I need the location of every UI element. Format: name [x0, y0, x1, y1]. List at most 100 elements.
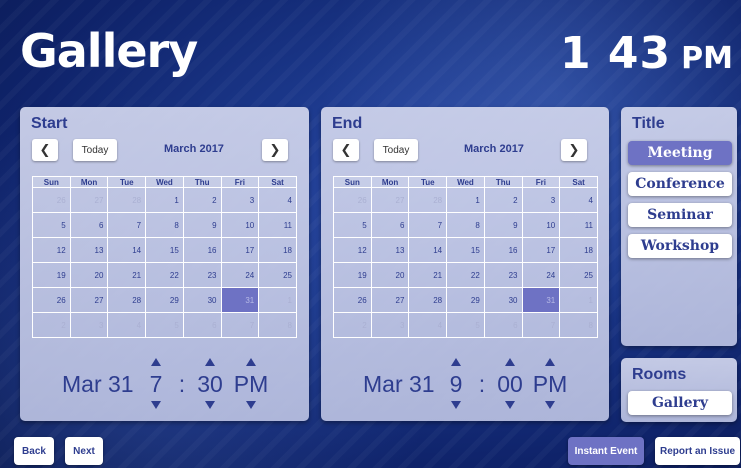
calendar-day[interactable]: 3 — [220, 187, 260, 213]
calendar-day[interactable]: 25 — [258, 262, 297, 288]
calendar-day[interactable]: 8 — [559, 312, 598, 338]
calendar-day[interactable]: 25 — [559, 262, 598, 288]
calendar-day[interactable]: 13 — [69, 237, 109, 263]
calendar-day[interactable]: 29 — [145, 287, 184, 313]
calendar-day[interactable]: 20 — [370, 262, 410, 288]
start-next-month-button[interactable]: ❯ — [262, 139, 288, 161]
calendar-day[interactable]: 16 — [483, 237, 523, 263]
calendar-day[interactable]: 30 — [182, 287, 222, 313]
calendar-day[interactable]: 9 — [483, 212, 523, 238]
calendar-day[interactable]: 1 — [559, 287, 598, 313]
calendar-day[interactable]: 3 — [521, 187, 561, 213]
calendar-day[interactable]: 11 — [559, 212, 598, 238]
end-ampm-down-arrow-icon[interactable] — [545, 401, 555, 409]
next-button[interactable]: Next — [65, 437, 103, 465]
calendar-day[interactable]: 8 — [145, 212, 184, 238]
calendar-day[interactable]: 4 — [559, 187, 598, 213]
calendar-day[interactable]: 14 — [408, 237, 448, 263]
calendar-day[interactable]: 21 — [107, 262, 147, 288]
calendar-day[interactable]: 17 — [521, 237, 561, 263]
calendar-day[interactable]: 26 — [333, 287, 372, 313]
calendar-day[interactable]: 27 — [69, 287, 109, 313]
title-option-meeting[interactable]: Meeting — [628, 141, 732, 165]
calendar-day[interactable]: 2 — [182, 187, 222, 213]
start-hour-up-arrow-icon[interactable] — [151, 358, 161, 366]
calendar-day[interactable]: 5 — [333, 212, 372, 238]
calendar-day[interactable]: 6 — [370, 212, 410, 238]
title-option-seminar[interactable]: Seminar — [628, 203, 732, 227]
calendar-day[interactable]: 14 — [107, 237, 147, 263]
calendar-day[interactable]: 22 — [145, 262, 184, 288]
calendar-day[interactable]: 15 — [145, 237, 184, 263]
calendar-day[interactable]: 18 — [559, 237, 598, 263]
calendar-day[interactable]: 5 — [32, 212, 71, 238]
calendar-day[interactable]: 24 — [521, 262, 561, 288]
start-ampm-up-arrow-icon[interactable] — [246, 358, 256, 366]
calendar-day[interactable]: 4 — [408, 312, 448, 338]
calendar-day[interactable]: 11 — [258, 212, 297, 238]
calendar-day[interactable]: 31 — [220, 287, 260, 313]
calendar-day[interactable]: 6 — [483, 312, 523, 338]
calendar-day[interactable]: 23 — [182, 262, 222, 288]
calendar-day[interactable]: 2 — [483, 187, 523, 213]
calendar-day[interactable]: 7 — [521, 312, 561, 338]
end-minute-down-arrow-icon[interactable] — [505, 401, 515, 409]
end-ampm-up-arrow-icon[interactable] — [545, 358, 555, 366]
calendar-day[interactable]: 28 — [107, 287, 147, 313]
calendar-day[interactable]: 19 — [333, 262, 372, 288]
calendar-day[interactable]: 26 — [333, 187, 372, 213]
end-next-month-button[interactable]: ❯ — [561, 139, 587, 161]
start-today-button[interactable]: Today — [73, 139, 117, 161]
start-hour-down-arrow-icon[interactable] — [151, 401, 161, 409]
calendar-day[interactable]: 8 — [258, 312, 297, 338]
calendar-day[interactable]: 5 — [145, 312, 184, 338]
room-option-gallery[interactable]: Gallery — [628, 391, 732, 415]
calendar-day[interactable]: 17 — [220, 237, 260, 263]
calendar-day[interactable]: 7 — [107, 212, 147, 238]
calendar-day[interactable]: 27 — [370, 287, 410, 313]
end-hour-down-arrow-icon[interactable] — [451, 401, 461, 409]
calendar-day[interactable]: 12 — [32, 237, 71, 263]
calendar-day[interactable]: 7 — [408, 212, 448, 238]
calendar-day[interactable]: 15 — [446, 237, 485, 263]
calendar-day[interactable]: 28 — [408, 287, 448, 313]
calendar-day[interactable]: 10 — [521, 212, 561, 238]
calendar-day[interactable]: 23 — [483, 262, 523, 288]
calendar-day[interactable]: 24 — [220, 262, 260, 288]
calendar-day[interactable]: 26 — [32, 287, 71, 313]
end-minute-up-arrow-icon[interactable] — [505, 358, 515, 366]
calendar-day[interactable]: 20 — [69, 262, 109, 288]
report-issue-button[interactable]: Report an Issue — [655, 437, 740, 465]
calendar-day[interactable]: 22 — [446, 262, 485, 288]
start-ampm-down-arrow-icon[interactable] — [246, 401, 256, 409]
back-button[interactable]: Back — [14, 437, 54, 465]
calendar-day[interactable]: 2 — [333, 312, 372, 338]
calendar-day[interactable]: 28 — [408, 187, 448, 213]
end-today-button[interactable]: Today — [374, 139, 418, 161]
title-option-conference[interactable]: Conference — [628, 172, 732, 196]
calendar-day[interactable]: 10 — [220, 212, 260, 238]
calendar-day[interactable]: 4 — [107, 312, 147, 338]
end-prev-month-button[interactable]: ❮ — [333, 139, 359, 161]
calendar-day[interactable]: 13 — [370, 237, 410, 263]
calendar-day[interactable]: 12 — [333, 237, 372, 263]
calendar-day[interactable]: 27 — [69, 187, 109, 213]
calendar-day[interactable]: 21 — [408, 262, 448, 288]
calendar-day[interactable]: 30 — [483, 287, 523, 313]
calendar-day[interactable]: 4 — [258, 187, 297, 213]
calendar-day[interactable]: 3 — [370, 312, 410, 338]
end-hour-up-arrow-icon[interactable] — [451, 358, 461, 366]
calendar-day[interactable]: 8 — [446, 212, 485, 238]
calendar-day[interactable]: 18 — [258, 237, 297, 263]
calendar-day[interactable]: 16 — [182, 237, 222, 263]
calendar-day[interactable]: 5 — [446, 312, 485, 338]
calendar-day[interactable]: 26 — [32, 187, 71, 213]
calendar-day[interactable]: 28 — [107, 187, 147, 213]
start-minute-down-arrow-icon[interactable] — [205, 401, 215, 409]
calendar-day[interactable]: 29 — [446, 287, 485, 313]
instant-event-button[interactable]: Instant Event — [568, 437, 644, 465]
title-option-workshop[interactable]: Workshop — [628, 234, 732, 258]
calendar-day[interactable]: 2 — [32, 312, 71, 338]
calendar-day[interactable]: 9 — [182, 212, 222, 238]
calendar-day[interactable]: 1 — [446, 187, 485, 213]
